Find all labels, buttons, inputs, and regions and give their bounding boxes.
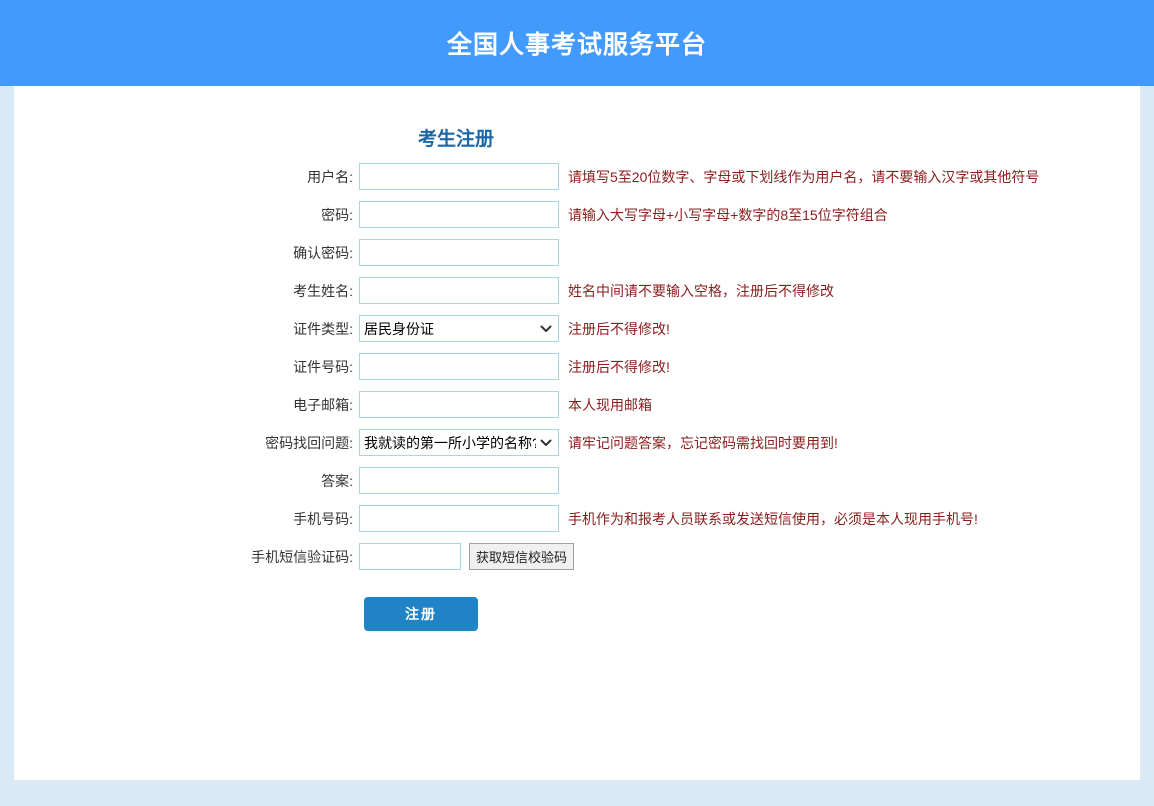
confirm-password-label: 确认密码: bbox=[14, 243, 353, 263]
form-row-recovery-question: 密码找回问题: 我就读的第一所小学的名称? 请牢记问题答案，忘记密码需找回时要用… bbox=[14, 429, 1140, 456]
form-row-candidate-name: 考生姓名: 姓名中间请不要输入空格，注册后不得修改 bbox=[14, 277, 1140, 304]
candidate-name-label: 考生姓名: bbox=[14, 281, 353, 301]
id-type-select-wrap: 居民身份证 bbox=[359, 315, 559, 342]
id-type-select[interactable]: 居民身份证 bbox=[359, 315, 559, 342]
password-label: 密码: bbox=[14, 205, 353, 225]
form-row-sms-code: 手机短信验证码: 获取短信校验码 bbox=[14, 543, 1140, 570]
sms-code-input[interactable] bbox=[359, 543, 461, 570]
confirm-password-input[interactable] bbox=[359, 239, 559, 266]
id-type-label: 证件类型: bbox=[14, 319, 353, 339]
sms-code-label: 手机短信验证码: bbox=[14, 547, 353, 567]
id-number-label: 证件号码: bbox=[14, 357, 353, 377]
id-number-hint: 注册后不得修改! bbox=[568, 357, 670, 377]
mobile-number-input[interactable] bbox=[359, 505, 559, 532]
recovery-question-label: 密码找回问题: bbox=[14, 433, 353, 453]
recovery-question-hint: 请牢记问题答案，忘记密码需找回时要用到! bbox=[568, 433, 838, 453]
id-type-hint: 注册后不得修改! bbox=[568, 319, 670, 339]
username-label: 用户名: bbox=[14, 167, 353, 187]
answer-label: 答案: bbox=[14, 471, 353, 491]
answer-input[interactable] bbox=[359, 467, 559, 494]
form-row-email: 电子邮箱: 本人现用邮箱 bbox=[14, 391, 1140, 418]
id-number-input[interactable] bbox=[359, 353, 559, 380]
candidate-name-hint: 姓名中间请不要输入空格，注册后不得修改 bbox=[568, 281, 834, 301]
form-row-answer: 答案: bbox=[14, 467, 1140, 494]
app-title: 全国人事考试服务平台 bbox=[447, 25, 707, 61]
candidate-name-input[interactable] bbox=[359, 277, 559, 304]
username-input[interactable] bbox=[359, 163, 559, 190]
form-row-confirm-password: 确认密码: bbox=[14, 239, 1140, 266]
email-hint: 本人现用邮箱 bbox=[568, 395, 652, 415]
get-sms-code-button[interactable]: 获取短信校验码 bbox=[469, 543, 574, 570]
username-hint: 请填写5至20位数字、字母或下划线作为用户名，请不要输入汉字或其他符号 bbox=[568, 167, 1039, 187]
form-row-username: 用户名: 请填写5至20位数字、字母或下划线作为用户名，请不要输入汉字或其他符号 bbox=[14, 163, 1140, 190]
recovery-question-select-wrap: 我就读的第一所小学的名称? bbox=[359, 429, 559, 456]
password-input[interactable] bbox=[359, 201, 559, 228]
mobile-number-hint: 手机作为和报考人员联系或发送短信使用，必须是本人现用手机号! bbox=[568, 509, 978, 529]
registration-card: 考生注册 用户名: 请填写5至20位数字、字母或下划线作为用户名，请不要输入汉字… bbox=[14, 86, 1140, 780]
recovery-question-select[interactable]: 我就读的第一所小学的名称? bbox=[359, 429, 559, 456]
app-header: 全国人事考试服务平台 bbox=[0, 0, 1154, 86]
email-label: 电子邮箱: bbox=[14, 395, 353, 415]
form-title: 考生注册 bbox=[418, 127, 1140, 152]
password-hint: 请输入大写字母+小写字母+数字的8至15位字符组合 bbox=[568, 205, 888, 225]
form-row-password: 密码: 请输入大写字母+小写字母+数字的8至15位字符组合 bbox=[14, 201, 1140, 228]
form-row-mobile-number: 手机号码: 手机作为和报考人员联系或发送短信使用，必须是本人现用手机号! bbox=[14, 505, 1140, 532]
form-row-id-type: 证件类型: 居民身份证 注册后不得修改! bbox=[14, 315, 1140, 342]
email-input[interactable] bbox=[359, 391, 559, 418]
mobile-number-label: 手机号码: bbox=[14, 509, 353, 529]
register-button[interactable]: 注册 bbox=[364, 597, 478, 631]
form-row-id-number: 证件号码: 注册后不得修改! bbox=[14, 353, 1140, 380]
